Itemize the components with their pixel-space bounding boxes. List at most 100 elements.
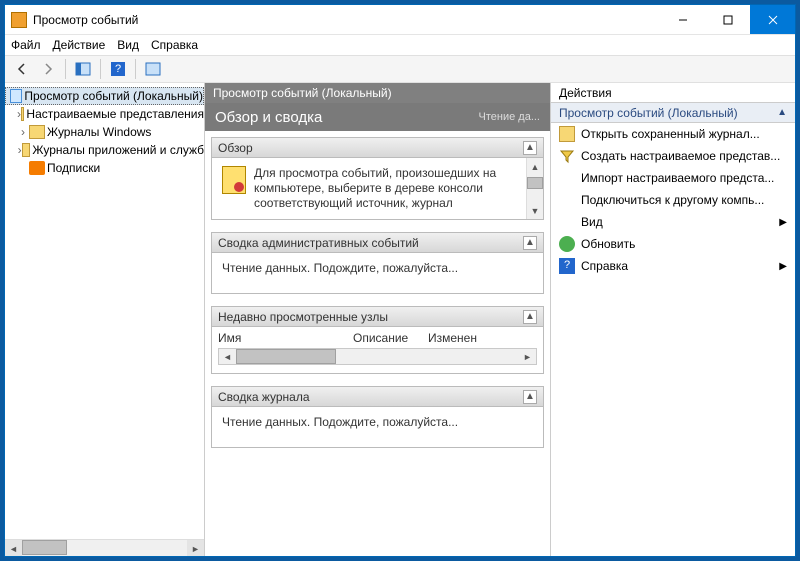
tree-label: Настраиваемые представления bbox=[26, 107, 204, 121]
action-label: Вид bbox=[581, 215, 603, 229]
panel-log-summary: Сводка журнала ▲ Чтение данных. Подождит… bbox=[211, 386, 544, 448]
forward-button[interactable] bbox=[37, 58, 59, 80]
menu-help[interactable]: Справка bbox=[151, 38, 198, 52]
panel-title: Сводка журнала bbox=[218, 390, 523, 404]
panel-title: Обзор bbox=[218, 141, 523, 155]
panel-title: Недавно просмотренные узлы bbox=[218, 310, 523, 324]
panels-area: Обзор ▲ Для просмотра событий, произошед… bbox=[205, 131, 550, 556]
tree-node-custom-views[interactable]: › Настраиваемые представления bbox=[5, 105, 204, 123]
expander-icon[interactable]: › bbox=[17, 125, 29, 139]
scroll-right-icon[interactable]: ► bbox=[519, 349, 536, 364]
back-button[interactable] bbox=[11, 58, 33, 80]
help-icon: ? bbox=[559, 258, 575, 274]
actions-header: Действия bbox=[551, 83, 795, 103]
action-label: Обновить bbox=[581, 237, 635, 251]
submenu-icon: ▶ bbox=[779, 261, 787, 272]
scroll-right-icon[interactable]: ► bbox=[187, 540, 204, 556]
maximize-button[interactable] bbox=[705, 5, 750, 34]
scroll-up-icon[interactable]: ▲ bbox=[527, 158, 543, 175]
action-help[interactable]: ? Справка ▶ bbox=[551, 255, 795, 277]
menu-view[interactable]: Вид bbox=[117, 38, 139, 52]
collapse-icon[interactable]: ▲ bbox=[523, 236, 537, 250]
action-create-custom-view[interactable]: Создать настраиваемое представ... bbox=[551, 145, 795, 167]
panel-body: Имя Описание Изменен ◄ ► bbox=[212, 327, 543, 373]
panel-admin-summary: Сводка административных событий ▲ Чтение… bbox=[211, 232, 544, 294]
folder-open-icon bbox=[559, 126, 575, 142]
panel-header[interactable]: Сводка административных событий ▲ bbox=[212, 233, 543, 253]
scroll-thumb[interactable] bbox=[22, 540, 67, 555]
col-name[interactable]: Имя bbox=[218, 331, 353, 345]
tree-node-app-logs[interactable]: › Журналы приложений и служб bbox=[5, 141, 204, 159]
submenu-icon: ▶ bbox=[779, 217, 787, 228]
panel-header[interactable]: Сводка журнала ▲ bbox=[212, 387, 543, 407]
action-refresh[interactable]: Обновить bbox=[551, 233, 795, 255]
panel-body: Чтение данных. Подождите, пожалуйста... bbox=[212, 407, 543, 447]
panel-text: Чтение данных. Подождите, пожалуйста... bbox=[222, 415, 458, 429]
properties-button[interactable] bbox=[142, 58, 164, 80]
action-label: Создать настраиваемое представ... bbox=[581, 149, 780, 163]
panel-overview: Обзор ▲ Для просмотра событий, произошед… bbox=[211, 137, 544, 220]
feed-icon bbox=[29, 161, 45, 175]
col-desc[interactable]: Описание bbox=[353, 331, 428, 345]
actions-sub-label: Просмотр событий (Локальный) bbox=[559, 106, 777, 120]
overview-bar: Обзор и сводка Чтение да... bbox=[205, 103, 550, 131]
panel-vscroll[interactable]: ▲ ▼ bbox=[526, 158, 543, 219]
menubar: Файл Действие Вид Справка bbox=[5, 35, 795, 55]
scroll-left-icon[interactable]: ◄ bbox=[5, 540, 22, 556]
window-title: Просмотр событий bbox=[33, 13, 660, 27]
app-icon bbox=[11, 12, 27, 28]
panel-header[interactable]: Недавно просмотренные узлы ▲ bbox=[212, 307, 543, 327]
help-button[interactable]: ? bbox=[107, 58, 129, 80]
table-header: Имя Описание Изменен bbox=[218, 331, 537, 346]
overview-label: Обзор и сводка bbox=[215, 109, 479, 126]
reading-label: Чтение да... bbox=[479, 111, 540, 123]
folder-icon bbox=[29, 125, 45, 139]
menu-file[interactable]: Файл bbox=[11, 38, 41, 52]
tree-root[interactable]: Просмотр событий (Локальный) bbox=[5, 87, 204, 105]
separator bbox=[100, 59, 101, 79]
panel-recent-nodes: Недавно просмотренные узлы ▲ Имя Описани… bbox=[211, 306, 544, 374]
event-log-icon bbox=[222, 166, 246, 194]
show-tree-button[interactable] bbox=[72, 58, 94, 80]
tree-node-subscriptions[interactable]: Подписки bbox=[5, 159, 204, 177]
action-connect-remote[interactable]: Подключиться к другому компь... bbox=[551, 189, 795, 211]
tree-label: Подписки bbox=[47, 161, 100, 175]
actions-pane: Действия Просмотр событий (Локальный) ▲ … bbox=[551, 83, 795, 556]
center-pane: Просмотр событий (Локальный) Обзор и сво… bbox=[205, 83, 551, 556]
action-label: Импорт настраиваемого предста... bbox=[581, 171, 774, 185]
tree-label: Журналы Windows bbox=[47, 125, 151, 139]
action-view[interactable]: Вид ▶ bbox=[551, 211, 795, 233]
refresh-icon bbox=[559, 236, 575, 252]
tree-node-windows-logs[interactable]: › Журналы Windows bbox=[5, 123, 204, 141]
tree-pane: Просмотр событий (Локальный) › Настраива… bbox=[5, 83, 205, 556]
tree-hscrollbar[interactable]: ◄ ► bbox=[5, 539, 204, 556]
panel-body: Для просмотра событий, произошедших на к… bbox=[212, 158, 543, 219]
menu-action[interactable]: Действие bbox=[53, 38, 106, 52]
scroll-left-icon[interactable]: ◄ bbox=[219, 349, 236, 364]
scroll-down-icon[interactable]: ▼ bbox=[527, 202, 543, 219]
scroll-thumb[interactable] bbox=[527, 177, 543, 189]
scroll-thumb[interactable] bbox=[236, 349, 336, 364]
collapse-icon[interactable]: ▲ bbox=[523, 310, 537, 324]
action-open-saved-log[interactable]: Открыть сохраненный журнал... bbox=[551, 123, 795, 145]
separator bbox=[135, 59, 136, 79]
collapse-icon[interactable]: ▲ bbox=[523, 390, 537, 404]
collapse-icon[interactable]: ▲ bbox=[523, 141, 537, 155]
center-header: Просмотр событий (Локальный) bbox=[205, 83, 550, 103]
folder-icon bbox=[22, 143, 30, 157]
panel-text: Для просмотра событий, произошедших на к… bbox=[254, 166, 521, 211]
action-import-custom-view[interactable]: Импорт настраиваемого предста... bbox=[551, 167, 795, 189]
table-hscroll[interactable]: ◄ ► bbox=[218, 348, 537, 365]
action-label: Подключиться к другому компь... bbox=[581, 193, 764, 207]
panel-header[interactable]: Обзор ▲ bbox=[212, 138, 543, 158]
panel-text: Чтение данных. Подождите, пожалуйста... bbox=[222, 261, 458, 275]
blank-icon bbox=[559, 192, 575, 208]
window: Просмотр событий Файл Действие Вид Справ… bbox=[4, 4, 796, 557]
col-modified[interactable]: Изменен bbox=[428, 331, 488, 345]
collapse-icon[interactable]: ▲ bbox=[777, 107, 787, 118]
titlebar[interactable]: Просмотр событий bbox=[5, 5, 795, 35]
actions-subheader[interactable]: Просмотр событий (Локальный) ▲ bbox=[551, 103, 795, 123]
blank-icon bbox=[559, 214, 575, 230]
minimize-button[interactable] bbox=[660, 5, 705, 34]
close-button[interactable] bbox=[750, 5, 795, 34]
